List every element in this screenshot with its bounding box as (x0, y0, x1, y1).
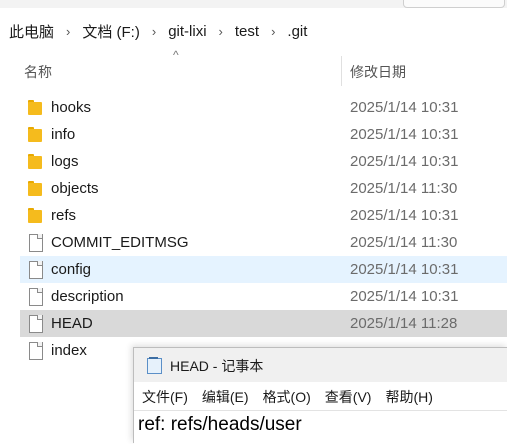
top-toolbar-strip (0, 0, 507, 8)
breadcrumb-item-git-lixi[interactable]: git-lixi (162, 23, 212, 40)
file-icon (28, 288, 43, 306)
breadcrumb: 此电脑 › 文档 (F:) › git-lixi › test › .git (0, 14, 507, 48)
file-name: HEAD (51, 315, 93, 332)
file-date: 2025/1/14 10:31 (350, 153, 459, 170)
chevron-right-icon[interactable]: › (60, 24, 76, 39)
breadcrumb-item-test[interactable]: test (229, 23, 265, 40)
notepad-text-area[interactable]: ref: refs/heads/user (134, 410, 507, 444)
file-name: hooks (51, 99, 92, 116)
chevron-right-icon[interactable]: › (146, 24, 162, 39)
file-date: 2025/1/14 11:28 (350, 315, 458, 332)
file-row[interactable]: HEAD 2025/1/14 11:28 (0, 310, 507, 337)
file-row[interactable]: refs 2025/1/14 10:31 (0, 202, 507, 229)
column-header-name[interactable]: 名称 (24, 62, 52, 82)
folder-icon (28, 207, 42, 224)
column-header: 名称 修改日期 (0, 56, 507, 86)
notepad-title-bar[interactable]: HEAD - 记事本 (134, 348, 507, 382)
file-name: index (51, 342, 87, 359)
breadcrumb-item-git[interactable]: .git (281, 23, 313, 40)
folder-icon (28, 126, 42, 143)
column-header-date[interactable]: 修改日期 (350, 62, 406, 82)
folder-icon (28, 153, 42, 170)
notepad-content[interactable]: ref: refs/heads/user (138, 414, 302, 436)
file-date: 2025/1/14 10:31 (350, 261, 459, 278)
chevron-right-icon[interactable]: › (265, 24, 281, 39)
file-date: 2025/1/14 11:30 (350, 180, 458, 197)
file-row[interactable]: objects 2025/1/14 11:30 (0, 175, 507, 202)
file-row[interactable]: info 2025/1/14 10:31 (0, 121, 507, 148)
file-date: 2025/1/14 10:31 (350, 288, 459, 305)
file-icon (28, 261, 43, 279)
file-date: 2025/1/14 10:31 (350, 99, 459, 116)
file-row[interactable]: config 2025/1/14 10:31 (0, 256, 507, 283)
file-date: 2025/1/14 10:31 (350, 207, 459, 224)
notepad-title: HEAD - 记事本 (170, 358, 264, 374)
file-icon (28, 342, 43, 360)
menu-view[interactable]: 查看(V) (318, 387, 379, 407)
menu-help[interactable]: 帮助(H) (378, 387, 439, 407)
file-icon (28, 234, 43, 252)
file-list: hooks 2025/1/14 10:31 info 2025/1/14 10:31 l… (0, 94, 507, 364)
chevron-right-icon[interactable]: › (213, 24, 229, 39)
file-row[interactable]: hooks 2025/1/14 10:31 (0, 94, 507, 121)
file-row[interactable]: logs 2025/1/14 10:31 (0, 148, 507, 175)
file-row[interactable]: description 2025/1/14 10:31 (0, 283, 507, 310)
file-icon (28, 315, 43, 333)
breadcrumb-item-this-pc[interactable]: 此电脑 (0, 21, 60, 42)
notepad-icon (146, 357, 162, 374)
new-button-partial[interactable] (403, 0, 505, 8)
file-name: objects (51, 180, 99, 197)
menu-format[interactable]: 格式(O) (256, 387, 318, 407)
file-name: info (51, 126, 76, 143)
folder-icon (28, 180, 42, 197)
file-date: 2025/1/14 11:30 (350, 234, 458, 251)
file-name: description (51, 288, 124, 305)
file-date: 2025/1/14 10:31 (350, 126, 459, 143)
breadcrumb-item-drive[interactable]: 文档 (F:) (76, 21, 146, 42)
notepad-window: HEAD - 记事本 文件(F) 编辑(E) 格式(O) 查看(V) 帮助(H)… (133, 347, 507, 444)
notepad-menu-bar: 文件(F) 编辑(E) 格式(O) 查看(V) 帮助(H) (134, 384, 507, 410)
column-divider[interactable] (341, 56, 342, 86)
file-row[interactable]: COMMIT_EDITMSG 2025/1/14 11:30 (0, 229, 507, 256)
folder-icon (28, 99, 42, 116)
menu-file[interactable]: 文件(F) (134, 387, 195, 407)
file-name: COMMIT_EDITMSG (51, 234, 189, 251)
file-name: refs (51, 207, 77, 224)
file-name: logs (51, 153, 79, 170)
file-name: config (51, 261, 92, 278)
menu-edit[interactable]: 编辑(E) (195, 387, 256, 407)
